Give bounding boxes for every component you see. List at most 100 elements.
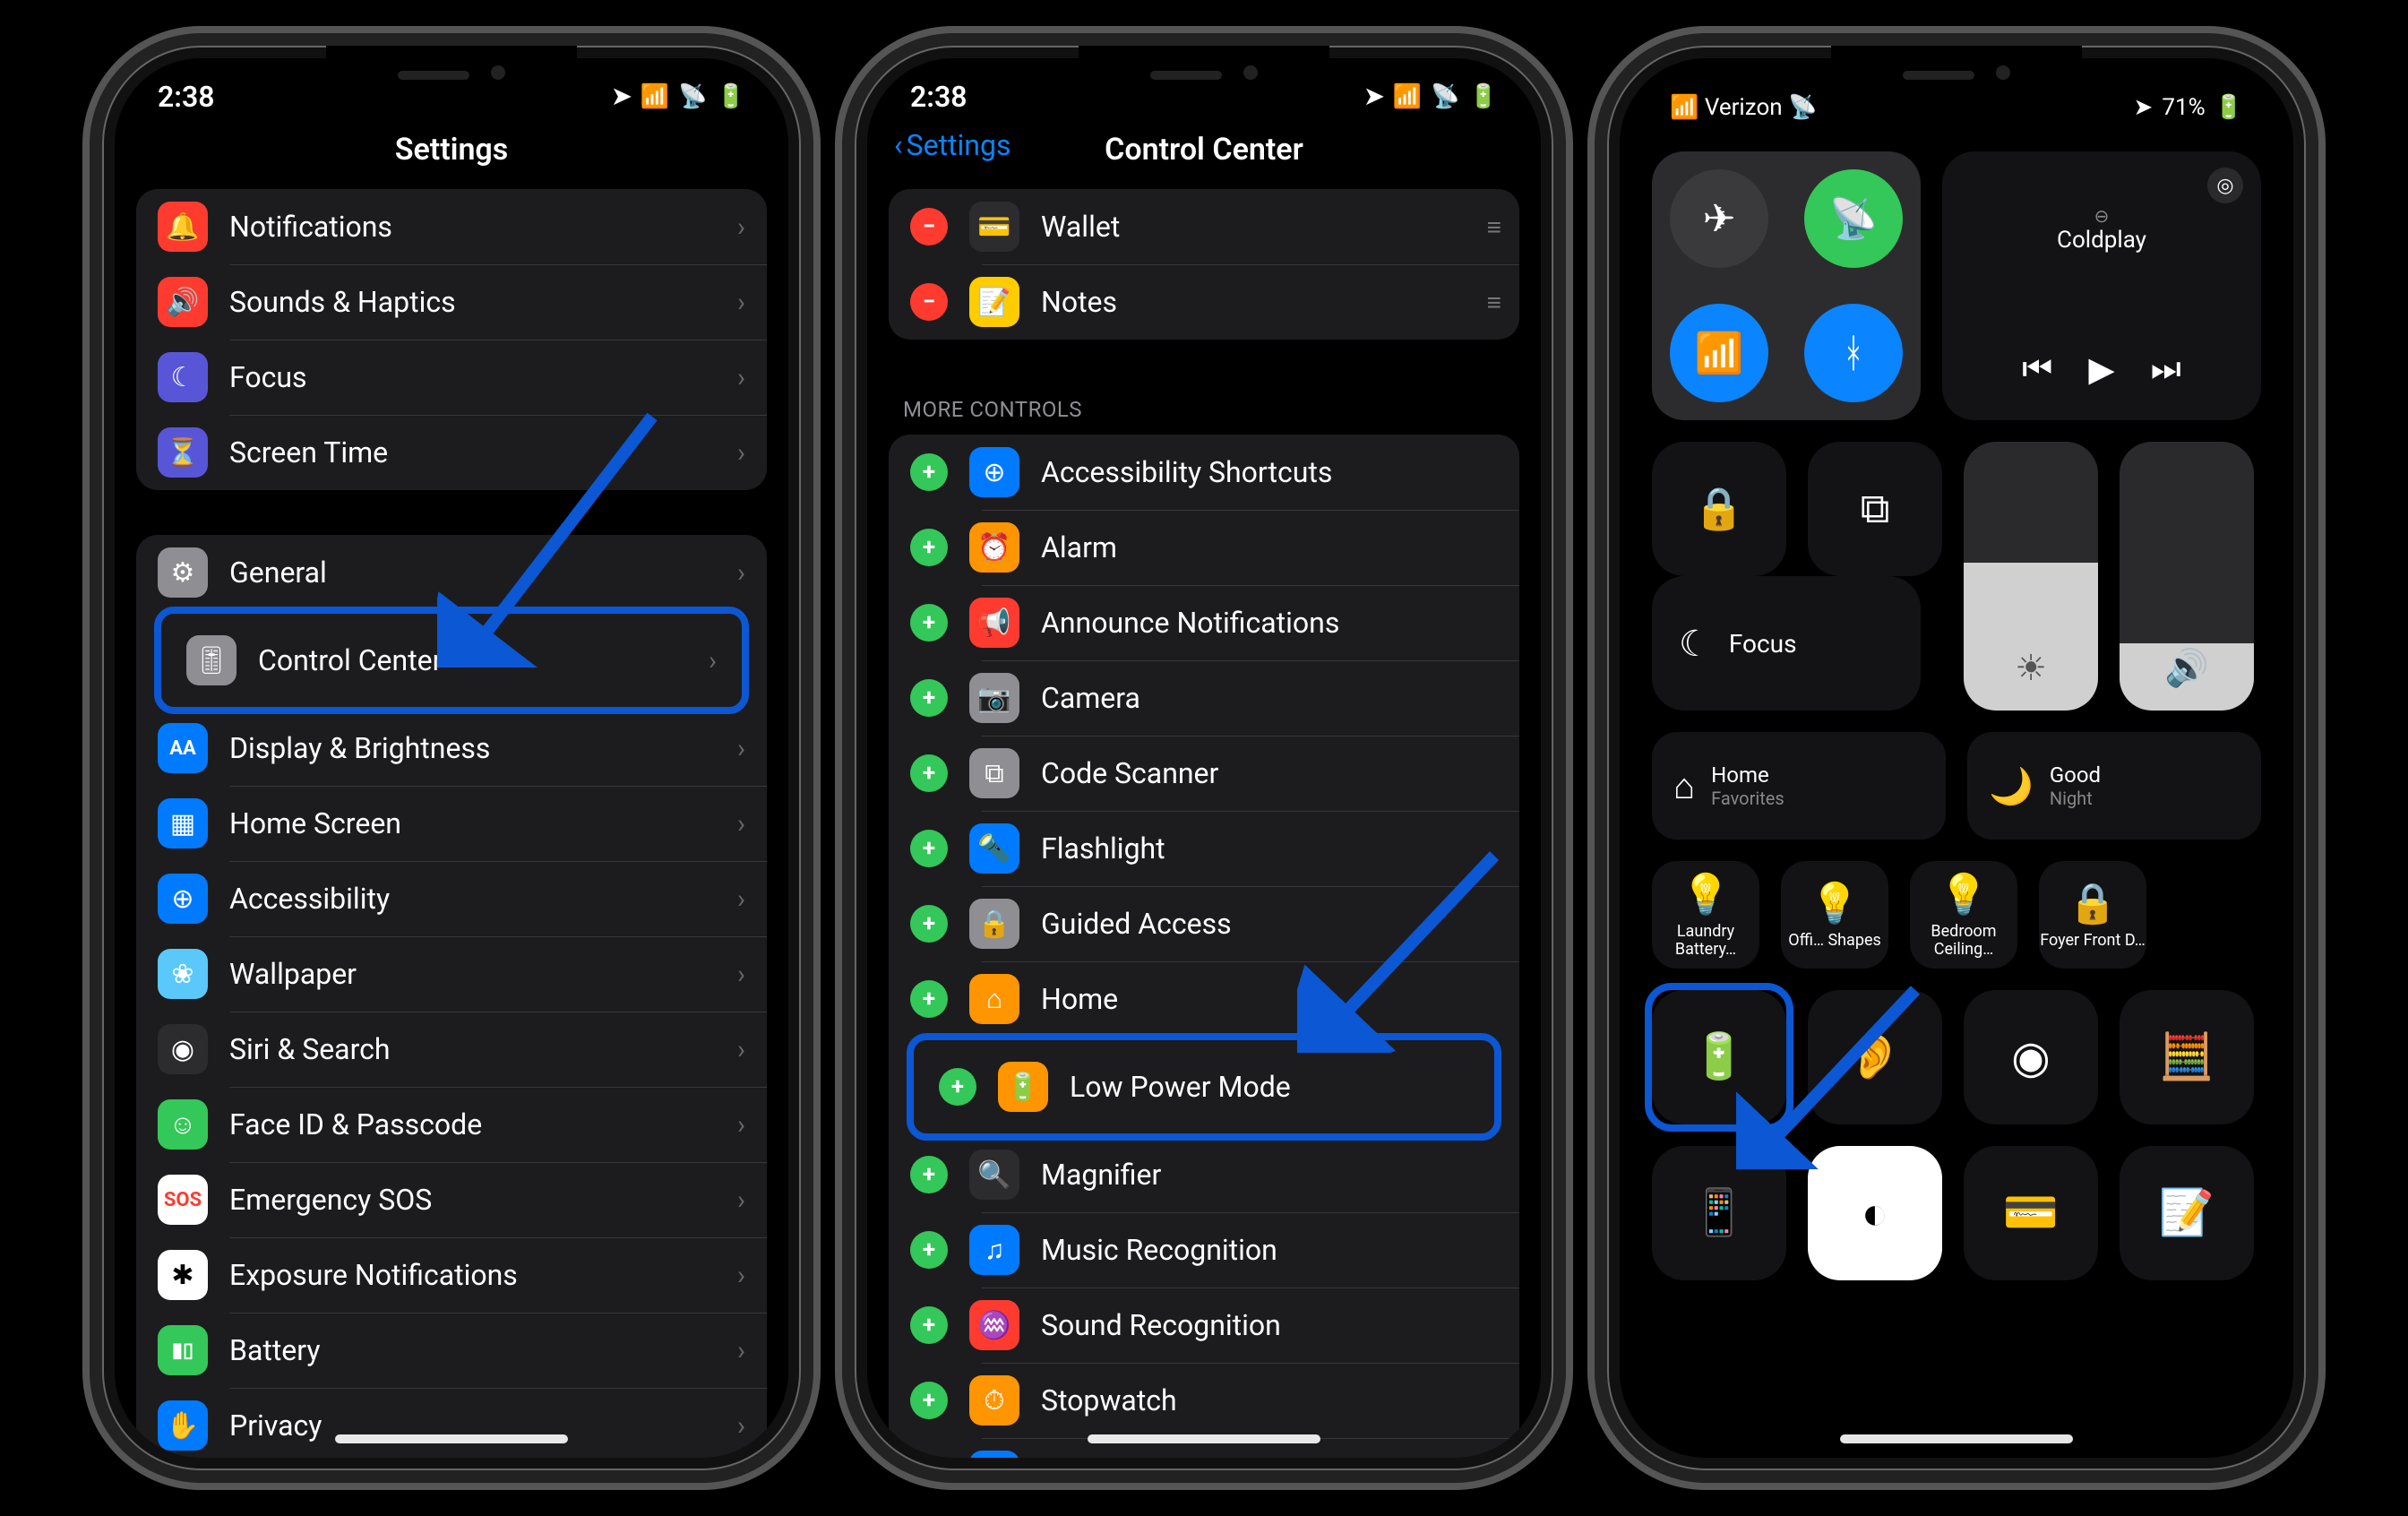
add-button[interactable]: + [910, 453, 948, 491]
wallet-toggle[interactable]: 💳 [1964, 1146, 2098, 1280]
more-control-row[interactable]: +📢Announce Notifications [889, 585, 1519, 660]
annotation-arrow [1736, 972, 1933, 1169]
media-module[interactable]: ◎ ⊖ Coldplay ⏮ ▶ ⏭ [1942, 151, 2261, 420]
connectivity-module[interactable]: ✈ 📡 📶 ᚼ [1652, 151, 1921, 420]
calculator-toggle-icon: 🧮 [2159, 1031, 2214, 1083]
more-control-row[interactable]: +♒Sound Recognition [889, 1288, 1519, 1363]
focus-toggle[interactable]: ☾ Focus [1652, 576, 1921, 711]
orientation-lock-toggle[interactable]: 🔒 [1652, 442, 1786, 576]
chevron-right-icon: › [737, 733, 745, 764]
accessory-tile[interactable]: 💡Bedroom Ceiling… [1910, 861, 2017, 969]
settings-row[interactable]: 🔊Sounds & Haptics› [136, 264, 767, 340]
more-control-row[interactable]: +⏱Stopwatch [889, 1363, 1519, 1438]
settings-row[interactable]: ◉Siri & Search› [136, 1012, 767, 1087]
calculator-toggle[interactable]: 🧮 [2120, 990, 2254, 1124]
home-tile[interactable]: 🌙GoodNight [1967, 732, 2261, 840]
home-indicator[interactable] [1840, 1434, 2073, 1443]
chevron-left-icon: ‹ [894, 128, 903, 162]
airplay-icon[interactable]: ◎ [2207, 168, 2243, 203]
settings-row[interactable]: 🔔Notifications› [136, 189, 767, 264]
settings-row[interactable]: AADisplay & Brightness› [136, 711, 767, 786]
brightness-slider[interactable]: ☀ [1964, 442, 2098, 711]
annotation-arrow [437, 399, 670, 668]
accessory-tile[interactable]: 🔒Foyer Front D… [2039, 861, 2146, 969]
chevron-right-icon: › [737, 959, 745, 990]
add-button[interactable]: + [910, 754, 948, 792]
chevron-right-icon: › [737, 808, 745, 840]
drag-handle-icon[interactable]: ≡ [1487, 288, 1498, 317]
more-control-row[interactable]: + 📷 Camera [889, 660, 1519, 736]
remove-button[interactable]: − [910, 208, 948, 245]
drag-handle-icon[interactable]: ≡ [1487, 212, 1498, 242]
home-indicator[interactable] [1088, 1434, 1320, 1443]
more-control-row[interactable]: +⏰Alarm [889, 510, 1519, 585]
add-button[interactable]: + [910, 1306, 948, 1344]
battery-icon: 🔋 [717, 83, 745, 110]
location-icon: ➤ [2134, 94, 2154, 121]
screen-record-toggle[interactable]: ◉ [1964, 990, 2098, 1124]
settings-row[interactable]: ▦Home Screen› [136, 786, 767, 861]
add-button[interactable]: + [910, 905, 948, 943]
more-control-row[interactable]: +🔍Magnifier [889, 1137, 1519, 1212]
home-indicator[interactable] [335, 1434, 568, 1443]
more-control-row[interactable]: +🔋Low Power Mode [917, 1049, 1491, 1124]
wifi-icon: 📡 [678, 83, 707, 110]
screen-record-toggle-icon: ◉ [2011, 1031, 2051, 1084]
volume-slider[interactable]: 🔊 [2120, 442, 2254, 711]
wifi-icon: 📡 [1431, 83, 1459, 110]
sound-icon: 🔊 [158, 277, 208, 327]
add-button[interactable]: + [910, 980, 948, 1018]
add-button[interactable]: + [910, 830, 948, 867]
settings-row[interactable]: ❀Wallpaper› [136, 936, 767, 1012]
airplane-toggle[interactable]: ✈ [1670, 169, 1768, 268]
row-label: Siri & Search [229, 1032, 716, 1066]
more-control-row[interactable]: +♫Music Recognition [889, 1212, 1519, 1288]
wifi-toggle[interactable]: 📶 [1670, 304, 1768, 402]
add-button[interactable]: + [939, 1068, 976, 1106]
settings-row[interactable]: ▮▯Battery› [136, 1313, 767, 1388]
volume-icon: 🔊 [2164, 647, 2209, 689]
cellular-toggle[interactable]: 📡 [1804, 169, 1903, 268]
included-control-row[interactable]: −📝Notes≡ [889, 264, 1519, 340]
back-button[interactable]: ‹Settings [894, 128, 1010, 162]
battery-icon: 🔋 [2214, 94, 2243, 121]
laundry-icon: 💡 [1681, 871, 1731, 917]
battery-pct: 71% [2162, 94, 2205, 121]
accessory-tile[interactable]: 💡Laundry Battery… [1652, 861, 1759, 969]
settings-row[interactable]: ✋Privacy› [136, 1388, 767, 1458]
more-control-row[interactable]: +⊕Accessibility Shortcuts [889, 435, 1519, 510]
row-label: Camera [1041, 681, 1498, 715]
row-label: Exposure Notifications [229, 1258, 716, 1292]
add-button[interactable]: + [910, 1156, 948, 1193]
notes-toggle[interactable]: 📝 [2120, 1146, 2254, 1280]
add-button[interactable]: + [910, 1382, 948, 1419]
notch [326, 46, 577, 99]
next-icon[interactable]: ⏭ [2151, 349, 2181, 390]
prev-icon[interactable]: ⏮ [2022, 349, 2052, 390]
included-control-row[interactable]: −💳Wallet≡ [889, 189, 1519, 264]
add-button[interactable]: + [910, 679, 948, 717]
settings-row[interactable]: SOSEmergency SOS› [136, 1162, 767, 1237]
add-button[interactable]: + [910, 1231, 948, 1269]
settings-row[interactable]: ⊕Accessibility› [136, 861, 767, 936]
sound-recog-icon: ♒ [969, 1300, 1019, 1350]
more-control-row[interactable]: +⧉Code Scanner [889, 736, 1519, 811]
add-button[interactable]: + [910, 1457, 948, 1458]
settings-row[interactable]: ✱Exposure Notifications› [136, 1237, 767, 1313]
bluetooth-toggle[interactable]: ᚼ [1804, 304, 1903, 402]
remove-button[interactable]: − [910, 283, 948, 321]
accessory-tile[interactable]: 💡Offi… Shapes [1781, 861, 1888, 969]
screen-mirroring-toggle[interactable]: ⧉ [1808, 442, 1942, 576]
home-tile[interactable]: ⌂HomeFavorites [1652, 732, 1946, 840]
aa-icon: AA [158, 723, 208, 773]
row-label: Wallet [1041, 210, 1466, 244]
add-button[interactable]: + [910, 604, 948, 642]
row-label: Notifications [229, 210, 716, 244]
play-icon[interactable]: ▶ [2088, 349, 2114, 390]
camera-icon: 📷 [969, 673, 1019, 723]
add-button[interactable]: + [910, 529, 948, 566]
row-label: Notes [1041, 285, 1466, 319]
home-glyph-icon: ⌂ [1673, 765, 1695, 807]
settings-row[interactable]: ☺Face ID & Passcode› [136, 1087, 767, 1162]
guided-access-icon: 🔒 [969, 899, 1019, 949]
